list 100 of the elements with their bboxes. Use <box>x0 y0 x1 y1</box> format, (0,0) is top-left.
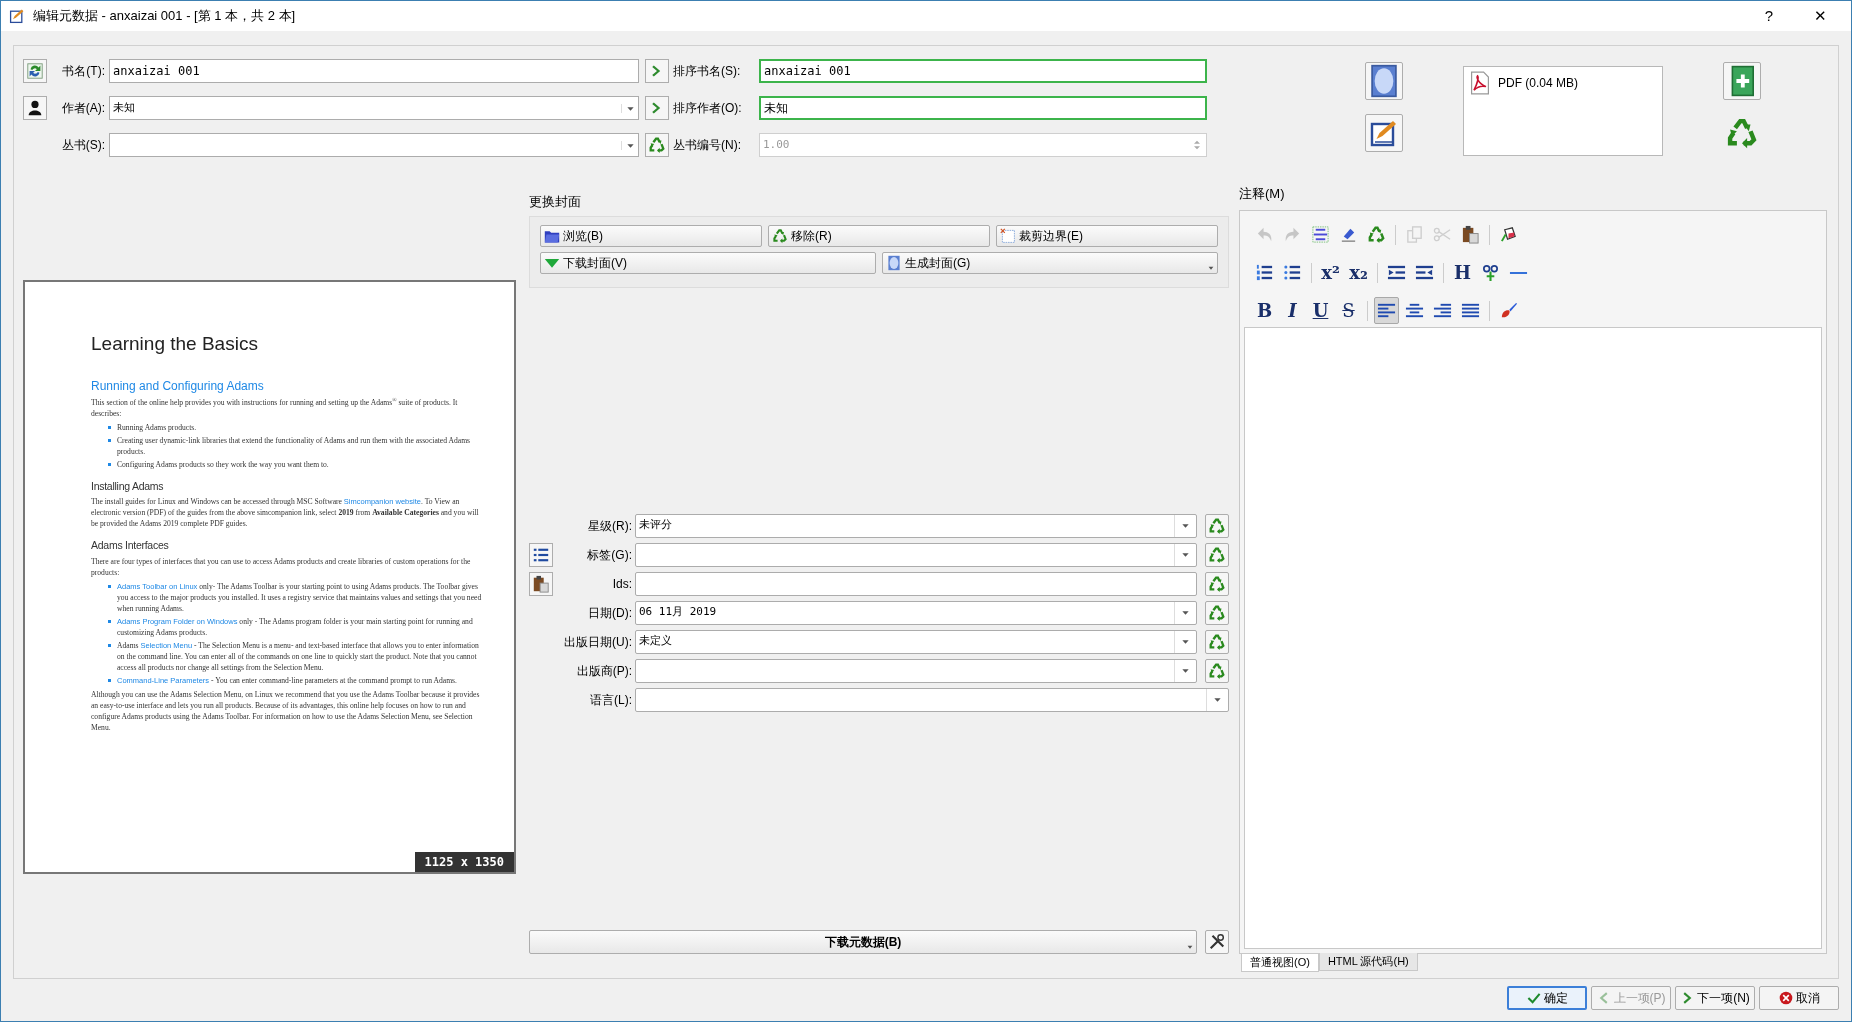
recycle-icon <box>1208 574 1226 593</box>
cover-button[interactable] <box>1365 62 1403 100</box>
field-label: 出版日期(U): <box>563 633 633 651</box>
format-button[interactable]: U <box>1308 297 1333 324</box>
tools-button[interactable] <box>1205 930 1229 954</box>
link-icon <box>1481 263 1500 282</box>
text-field[interactable]: anxaizai 001 <box>759 59 1207 83</box>
page-heading: Adams Interfaces <box>91 538 170 554</box>
bullet-mark <box>108 620 111 623</box>
cover-action-button[interactable]: 生成封面(G) <box>882 251 1218 274</box>
recycle-icon <box>1208 516 1226 535</box>
text-field[interactable]: anxaizai 001 <box>109 59 639 83</box>
title-tool-button[interactable] <box>23 59 47 83</box>
menu-arrow-icon <box>1187 944 1193 950</box>
field-label: 语言(L): <box>589 691 633 709</box>
format-item[interactable]: PDF (0.04 MB) <box>1468 71 1658 95</box>
add-format-button[interactable] <box>1723 62 1761 100</box>
format-button[interactable]: x² <box>1318 259 1343 286</box>
tag-editor-button[interactable] <box>529 542 553 567</box>
field-label: 排序作者(O): <box>672 100 743 117</box>
text-field[interactable] <box>635 571 1197 596</box>
recycle-icon <box>1208 545 1226 564</box>
page-heading: Installing Adams <box>91 478 165 494</box>
paste-button[interactable] <box>529 571 553 596</box>
format-button[interactable]: B <box>1252 297 1277 324</box>
numbered-list-icon <box>1255 263 1274 282</box>
dropdown-arrow-icon <box>1213 695 1222 704</box>
bullet-mark <box>108 462 111 466</box>
close-button[interactable]: ✕ <box>1797 3 1843 29</box>
format-button[interactable]: I <box>1280 297 1305 324</box>
cancel-icon <box>1778 991 1793 1005</box>
window-title: 编辑元数据 - anxaizai 001 - [第 1 本，共 2 本] <box>33 7 296 26</box>
format-button[interactable]: x₂ <box>1346 259 1371 286</box>
dropdown-arrow-icon <box>1181 521 1190 530</box>
field-label: 书名(T): <box>61 63 106 80</box>
edit-icon <box>1369 118 1399 148</box>
check-icon <box>1526 991 1541 1005</box>
page-heading: Running and Configuring Adams <box>91 377 265 395</box>
recycle-icon <box>1208 632 1226 651</box>
edit-icon <box>9 8 25 24</box>
person-icon <box>26 99 44 117</box>
combo-box[interactable]: 未知 <box>109 96 639 120</box>
field-label: 丛书编号(N): <box>672 137 742 154</box>
author-tool-button[interactable] <box>23 96 47 120</box>
outdent-icon <box>1415 263 1434 282</box>
dialog-button[interactable]: 取消 <box>1759 986 1839 1010</box>
download-metadata-button[interactable]: 下载元数据(B) <box>529 930 1197 954</box>
combo-box[interactable]: 未评分 <box>635 513 1197 538</box>
cover-icon <box>886 254 902 271</box>
edit-button[interactable] <box>1365 114 1403 152</box>
dropdown-arrow-icon <box>1181 550 1190 559</box>
recycle-icon <box>772 227 788 244</box>
cover-action-button[interactable]: 下载封面(V) <box>540 251 876 274</box>
brush-icon <box>1499 301 1518 320</box>
field-label: 排序书名(S): <box>672 63 742 80</box>
copy-icon <box>1405 225 1424 244</box>
reset-button[interactable] <box>1205 571 1229 596</box>
cover-action-button[interactable]: 浏览(B) <box>540 224 762 247</box>
align-center-icon <box>1405 301 1424 320</box>
pdf-icon <box>1468 71 1492 95</box>
combo-box[interactable]: 06 11月 2019 <box>635 600 1197 625</box>
reset-button[interactable] <box>1205 658 1229 683</box>
reset-button[interactable] <box>1205 629 1229 654</box>
spin-arrows-icon <box>1191 139 1203 151</box>
field-label: Ids: <box>611 575 633 593</box>
dialog-button[interactable]: 确定 <box>1507 986 1587 1010</box>
indent-icon <box>1387 263 1406 282</box>
cover-action-button[interactable]: 裁剪边界(E) <box>996 224 1218 247</box>
format-button[interactable]: S <box>1336 297 1361 324</box>
scissors-icon <box>1433 225 1452 244</box>
justify-icon <box>1461 301 1480 320</box>
recycle-icon <box>1367 225 1386 244</box>
reset-button[interactable] <box>1205 542 1229 567</box>
dialog-button[interactable]: 下一项(N) <box>1675 986 1755 1010</box>
dropdown-arrow-icon <box>1181 666 1190 675</box>
reset-button[interactable] <box>1205 600 1229 625</box>
bullet-mark <box>108 644 111 647</box>
lines-icon <box>1311 225 1330 244</box>
section-heading: 更换封面 <box>529 193 582 211</box>
field-label: 出版商(P): <box>575 662 633 680</box>
reset-button[interactable] <box>1205 513 1229 538</box>
clear-series-button[interactable] <box>645 133 669 157</box>
dropdown-arrow-icon <box>1181 608 1190 617</box>
combo-box[interactable]: 未定义 <box>635 629 1197 654</box>
field-label: 作者(A): <box>60 100 106 117</box>
cover-action-button[interactable]: 移除(R) <box>768 224 990 247</box>
bucket-icon <box>1499 225 1518 244</box>
bullet-mark <box>108 585 111 588</box>
align-left-icon <box>1377 301 1396 320</box>
dropdown-arrow-icon <box>1181 637 1190 646</box>
help-button[interactable]: ? <box>1749 3 1789 29</box>
bullet-list-icon <box>1283 263 1302 282</box>
field-label: 丛书(S): <box>60 137 106 154</box>
copy-author-button[interactable] <box>645 96 669 120</box>
clipboard-icon <box>1461 225 1480 244</box>
page-title: Learning the Basics <box>91 332 259 356</box>
copy-title-button[interactable] <box>645 59 669 83</box>
format-button[interactable]: H <box>1450 259 1475 286</box>
text-field[interactable]: 未知 <box>759 96 1207 120</box>
toolbar-button[interactable] <box>1374 297 1399 324</box>
